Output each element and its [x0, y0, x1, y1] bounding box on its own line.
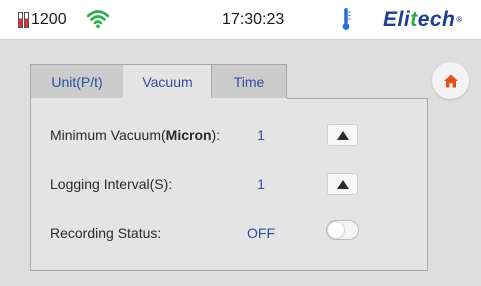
registered-mark: ®: [456, 15, 463, 24]
wifi-icon: [87, 10, 109, 29]
vacuum-settings-panel: Minimum Vacuum(Micron): 1 Logging Interv…: [30, 98, 428, 271]
toggle-knob[interactable]: [328, 222, 344, 238]
triangle-up-icon: [336, 130, 349, 140]
triangle-up-icon: [336, 179, 349, 189]
min-vacuum-unit: Micron: [165, 127, 212, 143]
model-number: 1200: [31, 11, 67, 28]
recording-status-value: OFF: [247, 225, 275, 241]
logging-interval-value[interactable]: 1: [241, 175, 281, 193]
device-model: 1200: [18, 10, 67, 30]
min-vacuum-label-prefix: Minimum Vacuum(: [50, 127, 166, 143]
min-vacuum-up-button[interactable]: [327, 124, 358, 146]
min-vacuum-label: Minimum Vacuum(Micron):: [50, 126, 220, 144]
min-vacuum-label-suffix: ):: [211, 127, 221, 143]
brand-logo-accent: t: [410, 8, 418, 31]
brand-logo-text: Eli: [383, 8, 411, 31]
status-bar: 1200 17:30:23 Elitech®: [0, 0, 481, 40]
tab-unit[interactable]: Unit(P/t): [30, 64, 124, 99]
recording-toggle[interactable]: [326, 220, 359, 240]
content-area: Unit(P/t) Vacuum Time Minimum Vacuum(Mic…: [0, 40, 481, 286]
home-button[interactable]: [432, 62, 469, 99]
battery-low-icon: [24, 12, 29, 28]
min-vacuum-value[interactable]: 1: [241, 126, 281, 144]
tab-time[interactable]: Time: [211, 64, 287, 99]
brand-logo: Elitech®: [383, 8, 463, 32]
home-icon: [443, 74, 458, 87]
logging-interval-label: Logging Interval(S):: [50, 176, 173, 192]
brand-logo-text-end: ech: [417, 8, 456, 31]
panel-border: [287, 98, 428, 99]
logging-interval-up-button[interactable]: [327, 173, 358, 195]
recording-status-label: Recording Status:: [50, 225, 162, 241]
tab-vacuum[interactable]: Vacuum: [123, 64, 212, 99]
battery-low-icon: [18, 12, 23, 28]
thermometer-icon: [342, 8, 351, 30]
clock: 17:30:23: [222, 11, 285, 28]
